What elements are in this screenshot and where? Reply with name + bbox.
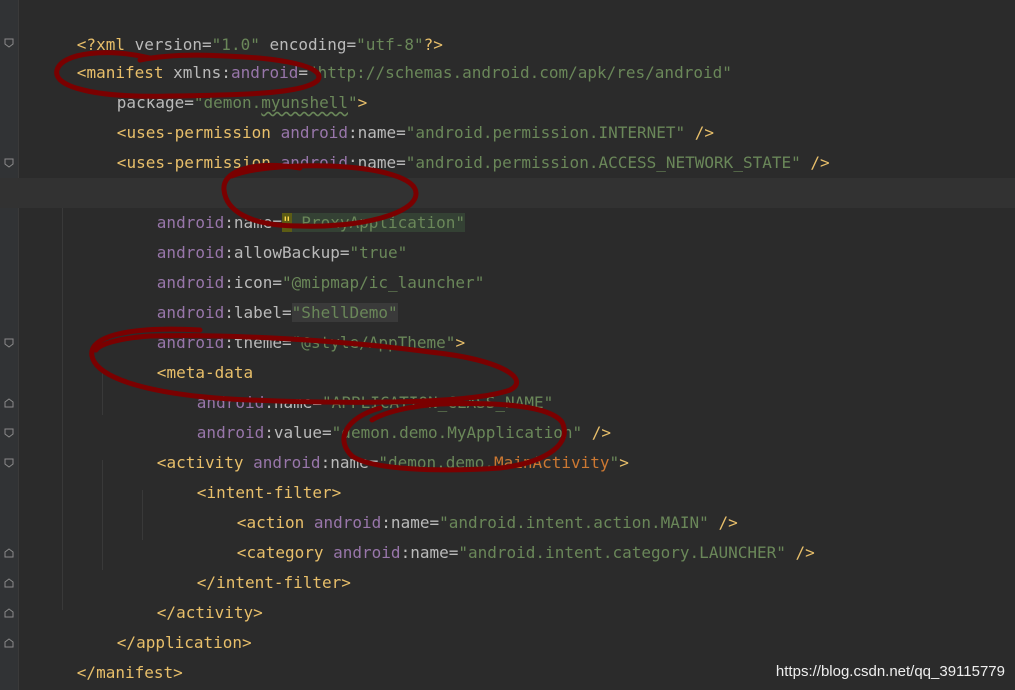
code-line[interactable]: android:allowBackup="true" xyxy=(0,208,1015,262)
code-line[interactable]: android:name="APPLICATION_CLASS_NAME" xyxy=(0,358,1015,412)
code-line[interactable]: <?xml version="1.0" encoding="utf-8"?> xyxy=(0,0,1015,54)
code-line[interactable]: <uses-permission android:name="android.p… xyxy=(0,118,1015,172)
code-line[interactable]: </intent-filter> xyxy=(0,538,1015,592)
tag-bracket: > xyxy=(173,663,183,682)
watermark: https://blog.csdn.net/qq_39115779 xyxy=(775,663,1005,680)
code-line[interactable]: </manifest> xyxy=(0,628,1015,682)
code-line[interactable]: <activity android:name="demon.demo.MainA… xyxy=(0,418,1015,472)
code-line[interactable]: android:value="demon.demo.MyApplication"… xyxy=(0,388,1015,442)
tag-bracket: </ xyxy=(76,663,97,682)
code-line[interactable]: <application xyxy=(0,148,1015,202)
code-line[interactable]: package="demon.myunshell"> xyxy=(0,58,1015,112)
code-line[interactable]: </activity> xyxy=(0,568,1015,622)
tag-name: manifest xyxy=(96,663,174,682)
code-line[interactable]: <uses-permission android:name="android.p… xyxy=(0,88,1015,142)
code-line[interactable]: </application> xyxy=(0,598,1015,652)
code-line-current[interactable]: android:name=".ProxyApplication" xyxy=(0,178,1015,232)
code-line[interactable]: <intent-filter> xyxy=(0,448,1015,502)
code-line[interactable]: android:icon="@mipmap/ic_launcher" xyxy=(0,238,1015,292)
code-line[interactable]: <manifest xmlns:android="http://schemas.… xyxy=(0,28,1015,82)
code-line[interactable]: <category android:name="android.intent.c… xyxy=(0,508,1015,562)
code-line[interactable]: android:label="ShellDemo" xyxy=(0,268,1015,322)
code-editor[interactable]: <?xml version="1.0" encoding="utf-8"?> <… xyxy=(0,0,1015,690)
code-line[interactable]: android:theme="@style/AppTheme"> xyxy=(0,298,1015,352)
code-line[interactable]: <action android:name="android.intent.act… xyxy=(0,478,1015,532)
code-line[interactable]: <meta-data xyxy=(0,328,1015,382)
